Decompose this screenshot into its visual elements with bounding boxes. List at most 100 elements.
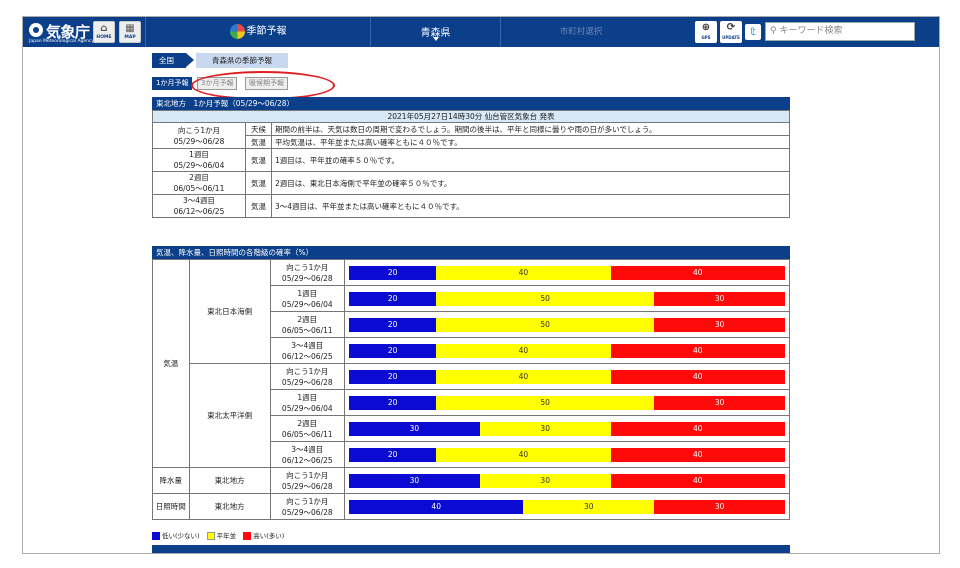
kind-cell: 気温: [245, 171, 272, 195]
map-button[interactable]: ▦ MAP: [119, 21, 141, 43]
period-label: 1週目: [189, 150, 209, 159]
forecast-section-title: 東北地方 1か月予報（05/29〜06/28）: [152, 97, 790, 110]
breadcrumb-current: 青森県の季節予報: [196, 53, 288, 68]
kind-cell: 天候: [245, 122, 272, 136]
period-label: 向こう1か月: [286, 262, 329, 272]
breadcrumb-arrow: [186, 53, 194, 67]
period-cell: 2週目 06/05〜06/11: [152, 171, 246, 195]
probability-row: 東北太平洋側 向こう1か月 05/29〜06/28 20 40 40: [153, 363, 790, 468]
bar-segment-high: 40: [610, 473, 785, 488]
bar-segment-normal: 40: [436, 447, 611, 462]
period-cell: 向こう1か月 05/29〜06/28: [269, 363, 346, 390]
bar-cell: 20 50 30: [344, 389, 790, 416]
bar-segment-high: 40: [610, 421, 785, 436]
nav-prefecture-select[interactable]: 青森県: [371, 17, 501, 47]
bar-segment-high: 30: [654, 291, 785, 306]
period-dates: 05/29〜06/04: [281, 403, 333, 413]
update-label: UPDATE: [722, 35, 740, 40]
bar-cell: 20 50 30: [344, 285, 790, 312]
kind-cell: 気温: [245, 135, 272, 149]
gps-button[interactable]: ⊕ GPS: [695, 21, 717, 43]
element-cell: 降水量: [152, 467, 190, 494]
house-icon: ⌂: [100, 23, 108, 34]
bar-segment-high: 40: [610, 265, 785, 280]
period-dates: 06/12〜06/25: [173, 207, 225, 216]
bar-segment-low: 20: [349, 447, 437, 462]
municipality-label: 市町村選択: [559, 27, 603, 37]
probability-bar: 20 50 30: [349, 291, 785, 306]
legend-high-swatch: [243, 532, 252, 540]
probability-row: 日照時間 東北地方 向こう1か月 05/29〜06/28 40 30 30: [152, 493, 790, 520]
probability-bar: 20 40 40: [349, 343, 785, 358]
forecast-text: 2週目は、東北日本海側で平年並の確率５０％です。: [271, 171, 790, 195]
tab-1-month[interactable]: 1か月予報: [152, 77, 193, 90]
forecast-table: 2021年05月27日14時30分 仙台管区気象台 発表 向こう1か月 05/2…: [152, 110, 790, 218]
forecast-text: 3〜4週目は、平年並または高い確率ともに４０％です。: [271, 194, 790, 218]
bar-segment-high: 40: [610, 369, 785, 384]
period-label: 2週目: [189, 173, 209, 182]
period-dates: 06/05〜06/11: [281, 325, 333, 335]
search-input[interactable]: ⚲ キーワード検索: [765, 22, 915, 41]
period-cell: 3〜4週目 06/12〜06/25: [269, 441, 346, 468]
period-cell: 1週目 05/29〜06/04: [269, 285, 346, 312]
bar-segment-normal: 30: [479, 421, 611, 436]
bar-segment-low: 30: [349, 473, 480, 488]
page-frame: 気象庁 Japan Meteorological Agency ⌂ HOME ▦…: [22, 16, 940, 554]
seasonal-forecast-icon: [229, 23, 245, 39]
update-button[interactable]: ⟳ UPDATE: [720, 21, 742, 43]
legend-low: 低い(少ない): [152, 532, 200, 540]
period-label: 向こう1か月: [177, 125, 221, 135]
period-label: 2週目: [297, 418, 318, 428]
element-cell: 気温: [152, 259, 190, 468]
logo-subtitle: Japan Meteorological Agency: [29, 39, 95, 44]
period-label: 3〜4週目: [291, 444, 324, 454]
nav-municipality-select[interactable]: 市町村選択: [501, 17, 661, 47]
period-cell: 1週目 05/29〜06/04: [152, 148, 246, 172]
published-info: 2021年05月27日14時30分 仙台管区気象台 発表: [152, 110, 790, 123]
search-icon: ⚲: [770, 26, 777, 36]
probability-bar: 20 40 40: [349, 265, 785, 280]
chevron-down-icon: [433, 37, 439, 41]
forecast-text: 期間の前半は、天気は数日の周期で変わるでしょう。期間の後半は、平年と同様に曇りや…: [271, 122, 790, 136]
bar-segment-low: 40: [349, 499, 524, 514]
bar-cell: 20 40 40: [344, 259, 790, 286]
period-dates: 06/05〜06/11: [173, 184, 225, 193]
probability-bar: 40 30 30: [349, 499, 785, 514]
period-label: 1週目: [297, 392, 318, 402]
period-cell: 3〜4週目 06/12〜06/25: [269, 337, 346, 364]
period-dates: 05/29〜06/28: [173, 136, 225, 146]
forecast-text: 1週目は、平年並の確率５０％です。: [271, 148, 790, 172]
bar-segment-low: 20: [349, 291, 437, 306]
probability-bar: 30 30 40: [349, 473, 785, 488]
probability-table: 気温 東北日本海側 向こう1か月 05/29〜06/28 20 40 40 1週目 05/29〜…: [152, 259, 790, 520]
update-icon: ⟳: [726, 22, 736, 33]
bar-segment-high: 30: [654, 317, 785, 332]
probability-bar: 20 40 40: [349, 447, 785, 462]
period-cell: 2週目 06/05〜06/11: [269, 415, 346, 442]
bar-segment-high: 30: [654, 395, 785, 410]
home-label: HOME: [96, 35, 112, 40]
legend-normal: 平年並: [206, 532, 236, 540]
period-label: 1週目: [297, 288, 318, 298]
bar-cell: 40 30 30: [344, 493, 790, 520]
bar-cell: 20 40 40: [344, 337, 790, 364]
home-button[interactable]: ⌂ HOME: [93, 21, 115, 43]
probability-section-title: 気温、降水量、日照時間の各階級の確率（%）: [152, 246, 790, 259]
probability-bar: 20 50 30: [349, 317, 785, 332]
probability-row: 気温 東北日本海側 向こう1か月 05/29〜06/28 20 40 40: [152, 259, 790, 468]
gps-label: GPS: [701, 35, 711, 40]
nav-seasonal-forecast[interactable]: 季節予報: [145, 17, 371, 47]
bar-segment-normal: 40: [436, 343, 611, 358]
period-label: 3〜4週目: [182, 196, 216, 205]
region-cell: 東北日本海側: [188, 259, 271, 364]
twitter-icon[interactable]: 𝕥: [745, 24, 761, 40]
period-label: 向こう1か月: [286, 366, 329, 376]
bar-segment-normal: 50: [436, 317, 655, 332]
bar-segment-high: 30: [654, 499, 785, 514]
breadcrumb-national[interactable]: 全国: [152, 53, 186, 68]
kind-cell: 気温: [245, 194, 272, 218]
bar-segment-normal: 50: [436, 291, 655, 306]
bar-segment-normal: 50: [436, 395, 655, 410]
bar-segment-high: 40: [610, 343, 785, 358]
legend-low-swatch: [152, 532, 160, 540]
